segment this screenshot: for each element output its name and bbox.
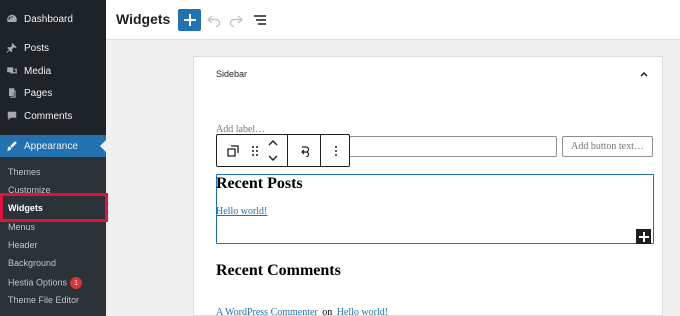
submenu-item-header[interactable]: Header	[8, 240, 38, 250]
dashboard-icon	[5, 12, 19, 26]
plus-icon	[638, 231, 649, 242]
block-type-button[interactable]	[217, 135, 248, 166]
paintbrush-icon	[5, 139, 19, 153]
sidebar-item-label: Pages	[24, 87, 53, 99]
page-title: Widgets	[116, 11, 171, 27]
submenu-item-theme-file-editor[interactable]: Theme File Editor	[8, 295, 79, 305]
sidebar-item-posts[interactable]: Posts	[0, 38, 106, 58]
notification-badge: 1	[70, 277, 83, 289]
button-text-input[interactable]: Add button text…	[562, 136, 653, 157]
more-vertical-icon	[334, 145, 337, 156]
list-view-icon[interactable]	[253, 13, 267, 27]
chevron-up-icon[interactable]	[638, 68, 650, 80]
undo-icon[interactable]	[207, 13, 221, 27]
chevron-up-icon	[268, 139, 278, 145]
submenu-item-menus[interactable]: Menus	[8, 222, 35, 232]
submenu-item-hestia-options[interactable]: Hestia Options 1	[8, 277, 83, 289]
drag-handle[interactable]	[248, 135, 262, 166]
sidebar-item-label: Comments	[24, 110, 73, 122]
widget-area-title[interactable]: Sidebar	[216, 69, 247, 79]
pin-icon	[5, 41, 19, 55]
move-down-button[interactable]	[262, 150, 284, 166]
widgets-highlight-box	[0, 193, 108, 222]
recent-comment-item: A WordPress Commenter on Hello world!	[216, 302, 388, 316]
block-toolbar	[216, 134, 350, 167]
sidebar-item-label: Appearance	[24, 140, 78, 152]
comments-icon	[5, 109, 19, 123]
submenu-item-background[interactable]: Background	[8, 258, 56, 268]
sidebar-item-label: Dashboard	[24, 13, 73, 25]
chevron-down-icon	[268, 155, 278, 161]
media-icon	[5, 64, 19, 78]
redo-icon[interactable]	[229, 13, 243, 27]
comment-author-link[interactable]: A WordPress Commenter	[216, 307, 318, 316]
block-inserter-button[interactable]	[636, 229, 651, 244]
plus-icon	[183, 14, 196, 26]
recent-comments-heading: Recent Comments	[216, 262, 341, 279]
appearance-submenu: Themes Customize Widgets Menus Header Ba…	[0, 157, 106, 316]
sidebar-item-media[interactable]: Media	[0, 61, 106, 81]
drag-handle-icon	[252, 145, 258, 156]
sidebar-item-pages[interactable]: Pages	[0, 83, 106, 103]
move-up-button[interactable]	[262, 135, 284, 150]
add-block-button[interactable]	[178, 9, 201, 31]
transform-button[interactable]	[288, 135, 320, 166]
sidebar-item-label: Media	[24, 65, 52, 77]
recent-post-link[interactable]: Hello world!	[216, 206, 267, 217]
transform-icon	[301, 145, 310, 157]
sidebar-item-appearance[interactable]: Appearance	[0, 135, 106, 157]
pages-icon	[5, 86, 19, 100]
comment-on-text: on	[322, 307, 333, 316]
editor-header: Widgets	[106, 0, 680, 40]
sidebar-item-dashboard[interactable]: Dashboard	[0, 9, 106, 29]
sidebar-item-comments[interactable]: Comments	[0, 106, 106, 126]
admin-sidebar: Dashboard Posts Media Pages Comments App…	[0, 0, 106, 316]
recent-posts-heading: Recent Posts	[216, 175, 303, 192]
comment-post-link[interactable]: Hello world!	[337, 307, 388, 316]
group-block-icon	[226, 144, 239, 157]
submenu-item-themes[interactable]: Themes	[8, 167, 41, 177]
sidebar-item-label: Posts	[24, 42, 50, 54]
more-options-button[interactable]	[321, 135, 350, 166]
submenu-item-label: Hestia Options	[8, 277, 68, 288]
